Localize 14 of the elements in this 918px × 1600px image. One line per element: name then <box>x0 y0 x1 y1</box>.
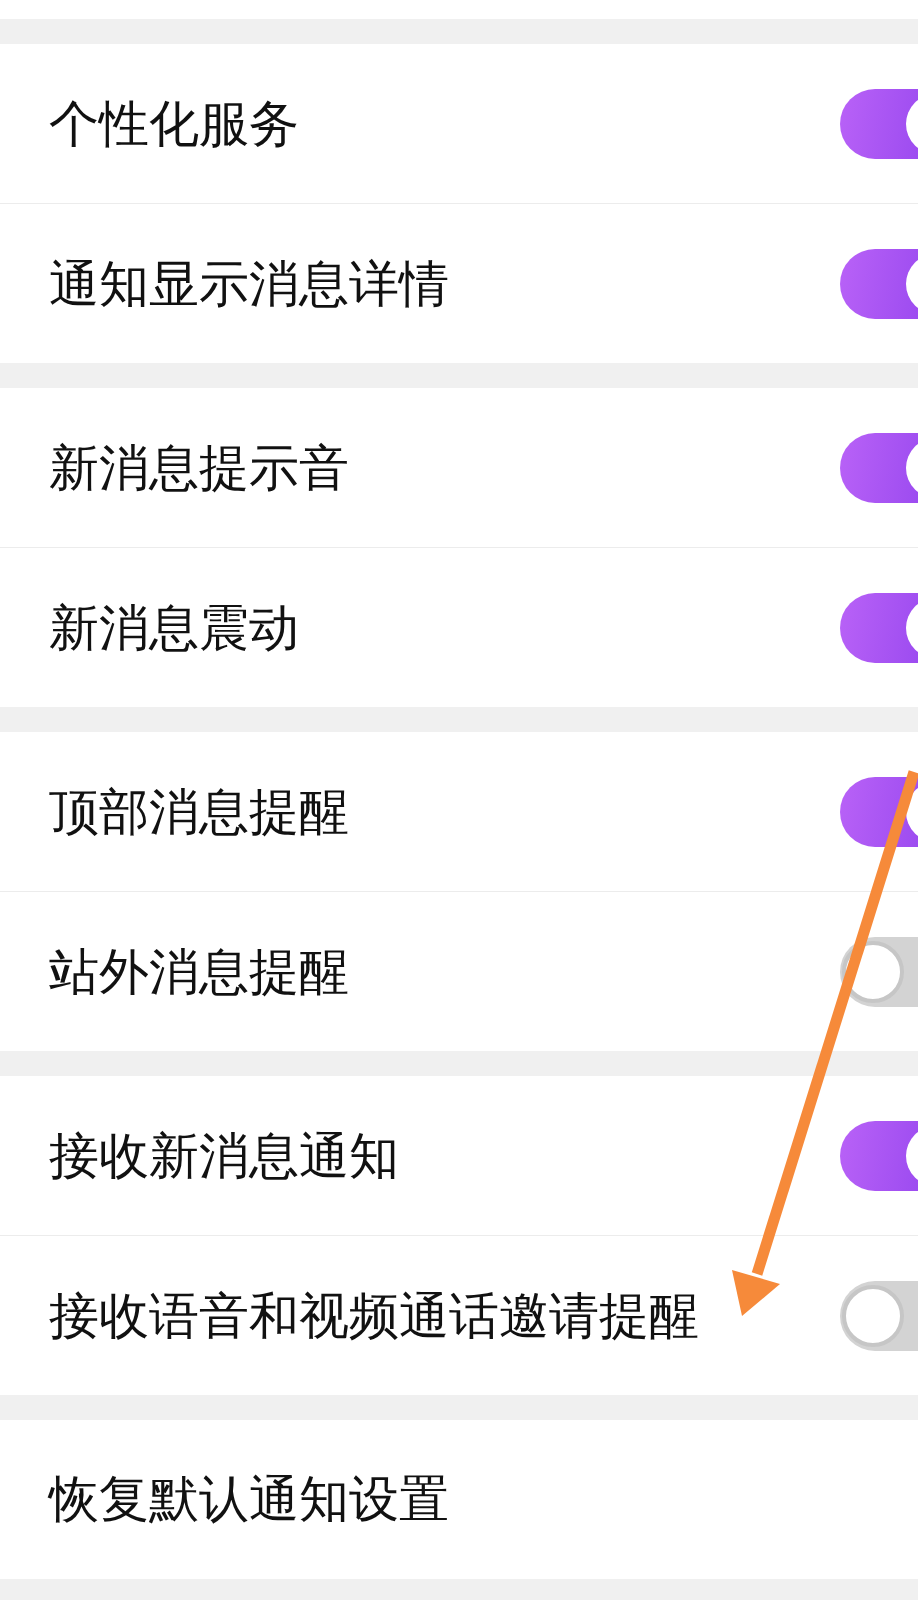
setting-label: 接收新消息通知 <box>49 1125 399 1186</box>
toggle-switch[interactable] <box>840 432 918 503</box>
setting-label: 新消息震动 <box>49 597 299 658</box>
setting-label: 新消息提示音 <box>49 437 349 498</box>
toggle-switch[interactable] <box>840 1280 918 1351</box>
toggle-switch[interactable] <box>840 88 918 159</box>
setting-label: 通知显示消息详情 <box>49 253 449 314</box>
setting-label: 个性化服务 <box>49 93 299 154</box>
toggle-switch[interactable] <box>840 248 918 319</box>
toggle-switch[interactable] <box>840 1120 918 1191</box>
setting-label: 接收语音和视频通话邀请提醒 <box>49 1285 699 1346</box>
setting-label: 顶部消息提醒 <box>49 781 349 842</box>
setting-label: 站外消息提醒 <box>49 941 349 1002</box>
toggle-switch[interactable] <box>840 592 918 663</box>
